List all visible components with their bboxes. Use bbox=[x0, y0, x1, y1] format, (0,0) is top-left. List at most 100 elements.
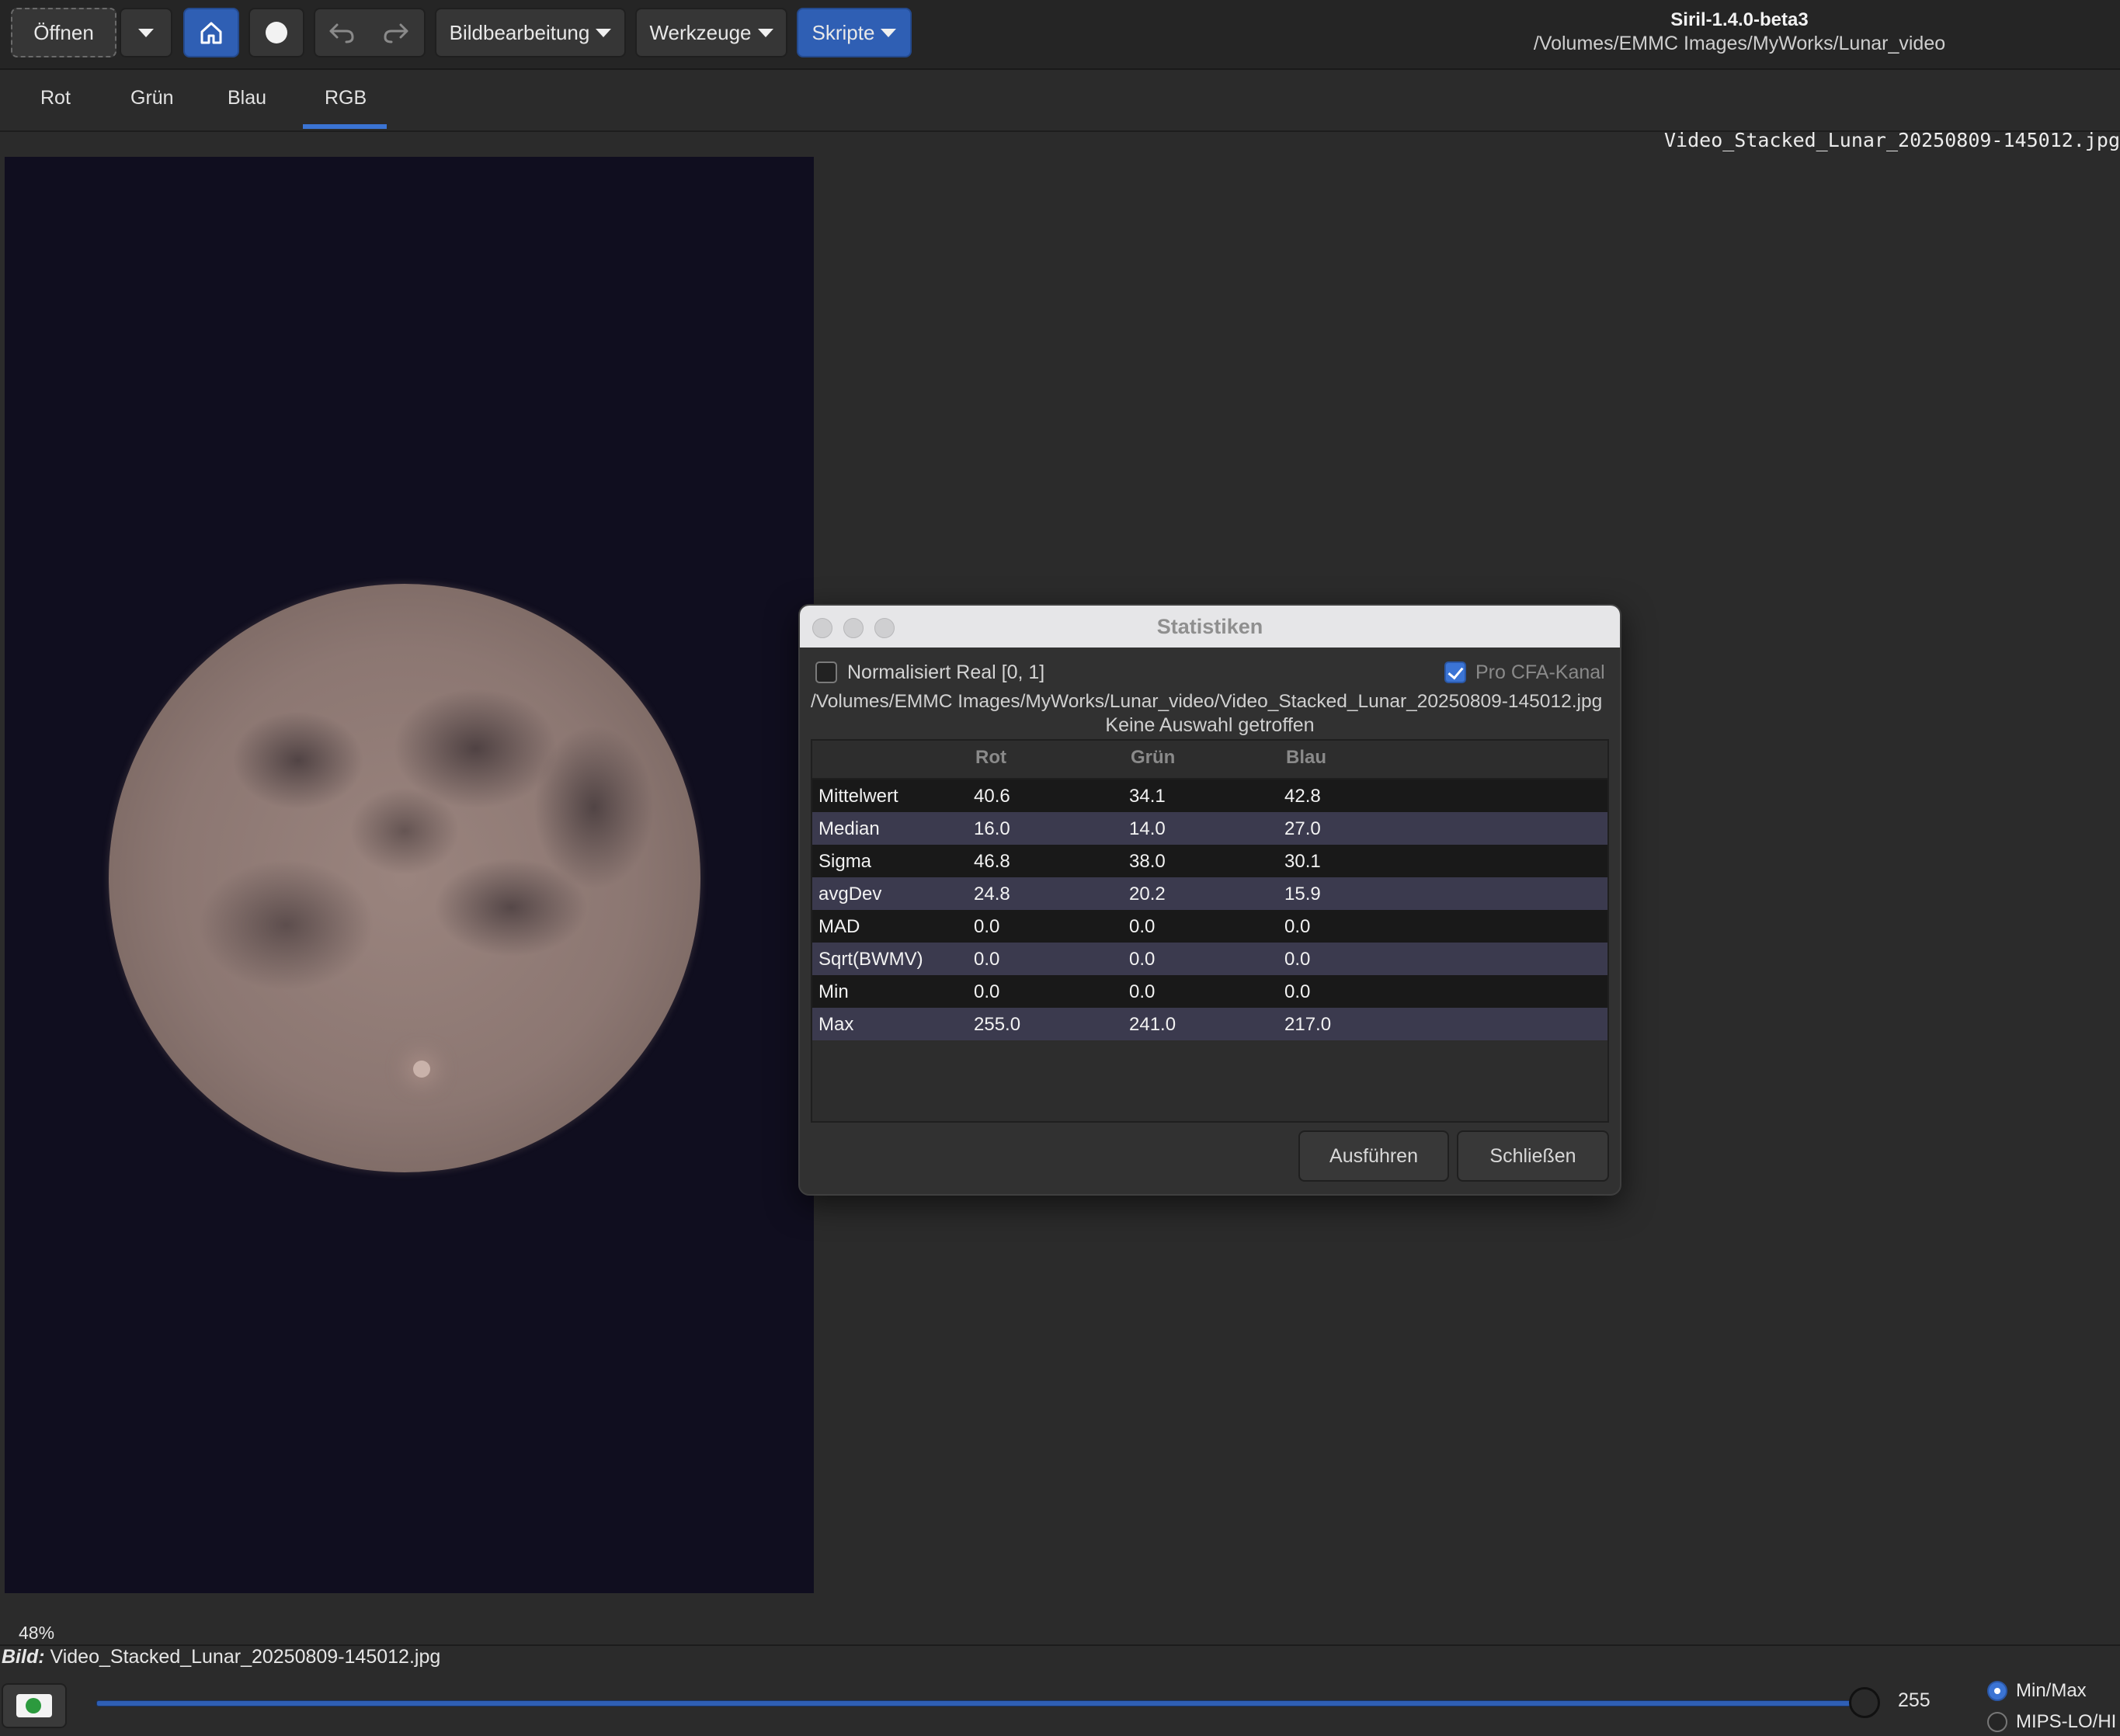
stat-blue: 0.0 bbox=[1284, 949, 1311, 970]
stat-red: 0.0 bbox=[974, 981, 1000, 1002]
tools-menu-button[interactable]: Werkzeuge bbox=[635, 8, 787, 57]
chevron-down-icon bbox=[757, 28, 773, 37]
stat-red: 46.8 bbox=[974, 851, 1010, 872]
stat-blue: 15.9 bbox=[1284, 884, 1321, 904]
circle-icon bbox=[266, 22, 287, 43]
stat-red: 16.0 bbox=[974, 818, 1010, 839]
dialog-titlebar: Statistiken bbox=[800, 606, 1620, 648]
chevron-down-icon bbox=[881, 28, 897, 37]
stat-green: 0.0 bbox=[1129, 916, 1156, 937]
undo-redo-group bbox=[314, 8, 426, 57]
selection-note: Keine Auswahl getroffen bbox=[1105, 714, 1315, 736]
home-icon bbox=[200, 22, 222, 44]
channel-tabs: Rot Grün Blau RGB bbox=[0, 70, 2120, 132]
crater-highlight bbox=[413, 1061, 430, 1078]
stat-green: 34.1 bbox=[1129, 786, 1166, 807]
run-button[interactable]: Ausführen bbox=[1298, 1130, 1449, 1182]
stat-name: avgDev bbox=[818, 884, 882, 904]
bild-value: Video_Stacked_Lunar_20250809-145012.jpg bbox=[50, 1646, 441, 1668]
redo-button[interactable] bbox=[381, 19, 412, 50]
table-row[interactable]: Sqrt(BWMV) 0.0 0.0 0.0 bbox=[812, 943, 1607, 975]
stat-blue: 30.1 bbox=[1284, 851, 1321, 872]
image-canvas[interactable] bbox=[5, 157, 814, 1593]
stat-blue: 0.0 bbox=[1284, 981, 1311, 1002]
image-path: /Volumes/EMMC Images/MyWorks/Lunar_video… bbox=[811, 691, 1603, 712]
stat-blue: 42.8 bbox=[1284, 786, 1321, 807]
stat-green: 14.0 bbox=[1129, 818, 1166, 839]
tab-rgb[interactable]: RGB bbox=[325, 87, 367, 109]
chevron-down-icon bbox=[138, 28, 154, 37]
tools-menu-label: Werkzeuge bbox=[649, 20, 752, 44]
stat-red: 0.0 bbox=[974, 916, 1000, 937]
stat-blue: 27.0 bbox=[1284, 818, 1321, 839]
stat-red: 40.6 bbox=[974, 786, 1010, 807]
stat-green: 0.0 bbox=[1129, 981, 1156, 1002]
stat-green: 241.0 bbox=[1129, 1014, 1176, 1035]
image-filename-overlay: Video_Stacked_Lunar_20250809-145012.jpg bbox=[1664, 129, 2120, 151]
column-header-blue[interactable]: Blau bbox=[1286, 747, 1326, 769]
app-title: Siril-1.4.0-beta3 bbox=[1670, 9, 1809, 30]
table-row[interactable]: Max 255.0 241.0 217.0 bbox=[812, 1008, 1607, 1040]
bild-label: Bild: bbox=[2, 1646, 45, 1668]
column-header-red[interactable]: Rot bbox=[975, 747, 1006, 769]
zoom-level: 48% bbox=[19, 1623, 55, 1643]
stat-green: 20.2 bbox=[1129, 884, 1166, 904]
scripts-menu-button[interactable]: Skripte bbox=[797, 8, 912, 57]
table-row[interactable]: Min 0.0 0.0 0.0 bbox=[812, 975, 1607, 1008]
dialog-title: Statistiken bbox=[1156, 615, 1263, 638]
moon-image bbox=[109, 584, 700, 1172]
statistics-table: Rot Grün Blau Mittelwert 40.6 34.1 42.8 … bbox=[811, 739, 1609, 1123]
stat-name: Min bbox=[818, 981, 849, 1002]
normalized-checkbox[interactable] bbox=[815, 661, 837, 683]
per-cfa-checkbox[interactable] bbox=[1444, 661, 1466, 683]
column-header-green[interactable]: Grün bbox=[1131, 747, 1175, 769]
run-button-label: Ausführen bbox=[1329, 1144, 1418, 1167]
table-row[interactable]: MAD 0.0 0.0 0.0 bbox=[812, 910, 1607, 943]
close-button[interactable]: Schließen bbox=[1457, 1130, 1609, 1182]
undo-button[interactable] bbox=[326, 19, 357, 50]
stat-blue: 217.0 bbox=[1284, 1014, 1332, 1035]
active-tab-indicator bbox=[303, 124, 387, 129]
table-row[interactable]: Median 16.0 14.0 27.0 bbox=[812, 812, 1607, 845]
stat-name: Sqrt(BWMV) bbox=[818, 949, 923, 970]
stat-name: Max bbox=[818, 1014, 854, 1035]
undo-icon bbox=[329, 23, 354, 43]
table-row[interactable]: avgDev 24.8 20.2 15.9 bbox=[812, 877, 1607, 910]
normalized-label: Normalisiert Real [0, 1] bbox=[847, 661, 1045, 683]
table-row[interactable]: Sigma 46.8 38.0 30.1 bbox=[812, 845, 1607, 877]
display-toggle-button[interactable] bbox=[2, 1683, 67, 1728]
stat-name: MAD bbox=[818, 916, 860, 937]
stat-red: 255.0 bbox=[974, 1014, 1021, 1035]
recent-files-dropdown-button[interactable] bbox=[120, 8, 172, 57]
image-processing-menu-button[interactable]: Bildbearbeitung bbox=[435, 8, 626, 57]
table-row[interactable]: Mittelwert 40.6 34.1 42.8 bbox=[812, 779, 1607, 812]
per-cfa-label: Pro CFA-Kanal bbox=[1475, 661, 1605, 683]
stat-name: Sigma bbox=[818, 851, 872, 872]
image-processing-menu-label: Bildbearbeitung bbox=[449, 20, 590, 44]
working-directory: /Volumes/EMMC Images/MyWorks/Lunar_video bbox=[1533, 33, 1946, 54]
live-stacking-button[interactable] bbox=[248, 8, 304, 57]
redo-icon bbox=[384, 23, 408, 43]
minmax-radio[interactable] bbox=[1987, 1681, 2007, 1701]
slider-handle[interactable] bbox=[1849, 1687, 1880, 1718]
current-image-status: Bild: Video_Stacked_Lunar_20250809-14501… bbox=[2, 1646, 440, 1668]
header-bar: Öffnen Bildbearbeitung Werkzeuge Skripte bbox=[0, 0, 2120, 70]
stat-green: 0.0 bbox=[1129, 949, 1156, 970]
home-button[interactable] bbox=[183, 8, 239, 57]
stat-name: Median bbox=[818, 818, 880, 839]
open-button[interactable]: Öffnen bbox=[11, 8, 116, 57]
stat-red: 0.0 bbox=[974, 949, 1000, 970]
slider-value: 255 bbox=[1898, 1689, 1931, 1711]
tab-blue[interactable]: Blau bbox=[228, 87, 266, 109]
display-range-slider[interactable] bbox=[96, 1700, 1864, 1706]
mips-radio-label: MIPS-LO/HI bbox=[2016, 1711, 2117, 1732]
tab-red[interactable]: Rot bbox=[40, 87, 71, 109]
stat-red: 24.8 bbox=[974, 884, 1010, 904]
tab-green[interactable]: Grün bbox=[130, 87, 174, 109]
chevron-down-icon bbox=[596, 28, 612, 37]
window-title-area: Siril-1.4.0-beta3 /Volumes/EMMC Images/M… bbox=[1475, 9, 2004, 55]
scripts-menu-label: Skripte bbox=[812, 20, 875, 44]
stat-blue: 0.0 bbox=[1284, 916, 1311, 937]
mips-radio[interactable] bbox=[1987, 1712, 2007, 1732]
close-button-label: Schließen bbox=[1489, 1144, 1576, 1167]
